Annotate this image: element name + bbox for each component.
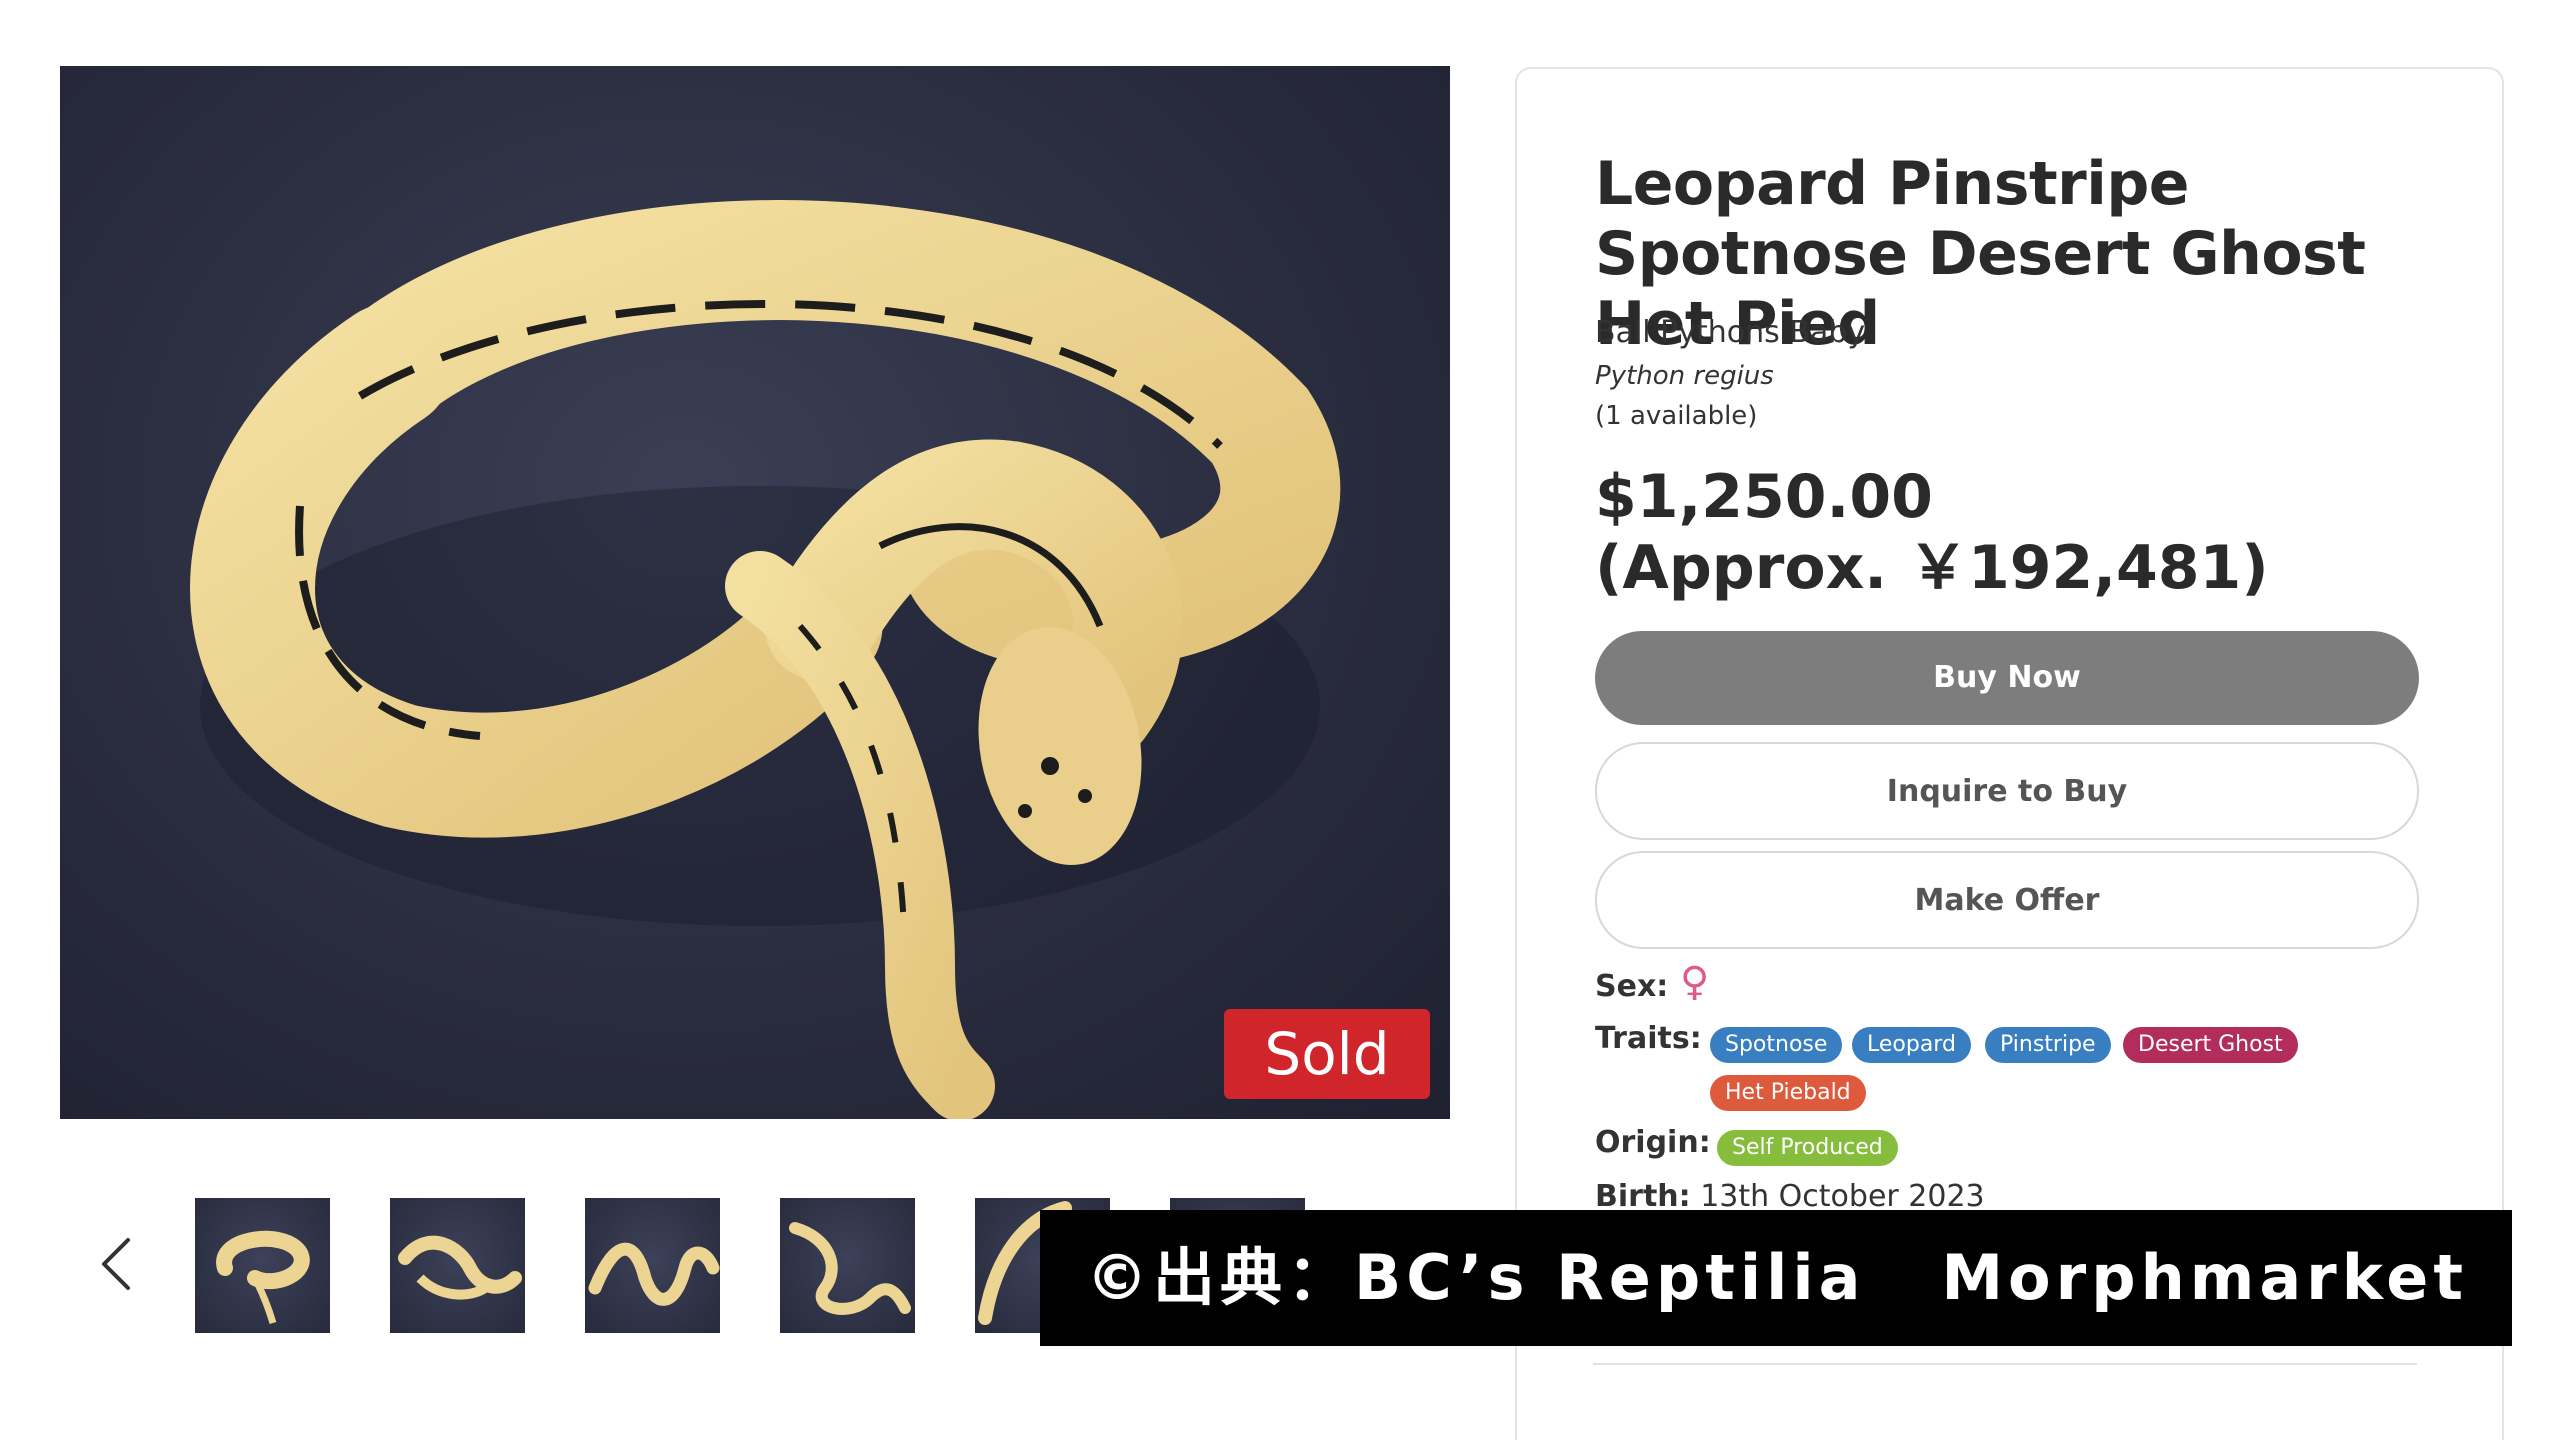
birth-row: Birth: 13th October 2023 [1595,1179,1985,1214]
scientific-name: Python regius [1595,361,1774,391]
origin-label: Origin: [1595,1125,1711,1160]
thumbnail-4[interactable] [780,1198,915,1333]
availability-count: (1 available) [1595,401,1758,431]
traits-label: Traits: [1595,1021,1702,1056]
listing-page: Sold Leopard Pinstripe Spotnose Desert G… [0,0,2560,1440]
main-product-photo[interactable]: Sold [60,66,1450,1119]
sold-badge: Sold [1224,1009,1430,1099]
snake-photo-graphic [190,200,1341,1119]
origin-chip-self-produced[interactable]: Self Produced [1717,1130,1898,1166]
trait-chip-leopard[interactable]: Leopard [1852,1027,1971,1063]
credit-site: Morphmarket [1941,1241,2468,1314]
credit-overlay: ©出典：BC’s Reptilia Morphmarket [1040,1210,2512,1346]
buy-now-button[interactable]: Buy Now [1595,631,2419,725]
trait-chip-spotnose[interactable]: Spotnose [1710,1027,1843,1063]
birth-date: 13th October 2023 [1700,1179,1985,1214]
female-icon: ♀ [1680,959,1710,1005]
thumbnail-1[interactable] [195,1198,330,1333]
listing-category[interactable]: Ball Pythons Baby [1595,315,1865,350]
trait-chip-desert-ghost[interactable]: Desert Ghost [2123,1027,2298,1063]
chevron-left-icon[interactable] [96,1234,136,1294]
make-offer-button[interactable]: Make Offer [1595,851,2419,949]
trait-chip-pinstripe[interactable]: Pinstripe [1985,1027,2111,1063]
inquire-to-buy-button[interactable]: Inquire to Buy [1595,742,2419,840]
thumbnail-3[interactable] [585,1198,720,1333]
birth-label: Birth: [1595,1179,1691,1214]
price-approx-jpy: (Approx. ￥192,481) [1595,533,2269,603]
sex-label: Sex: [1595,969,1669,1004]
credit-source: ©出典：BC’s Reptilia [1086,1241,1866,1314]
divider [1593,1363,2417,1365]
price: $1,250.00 [1595,462,1933,532]
thumbnail-2[interactable] [390,1198,525,1333]
trait-chip-het-piebald[interactable]: Het Piebald [1710,1075,1866,1111]
